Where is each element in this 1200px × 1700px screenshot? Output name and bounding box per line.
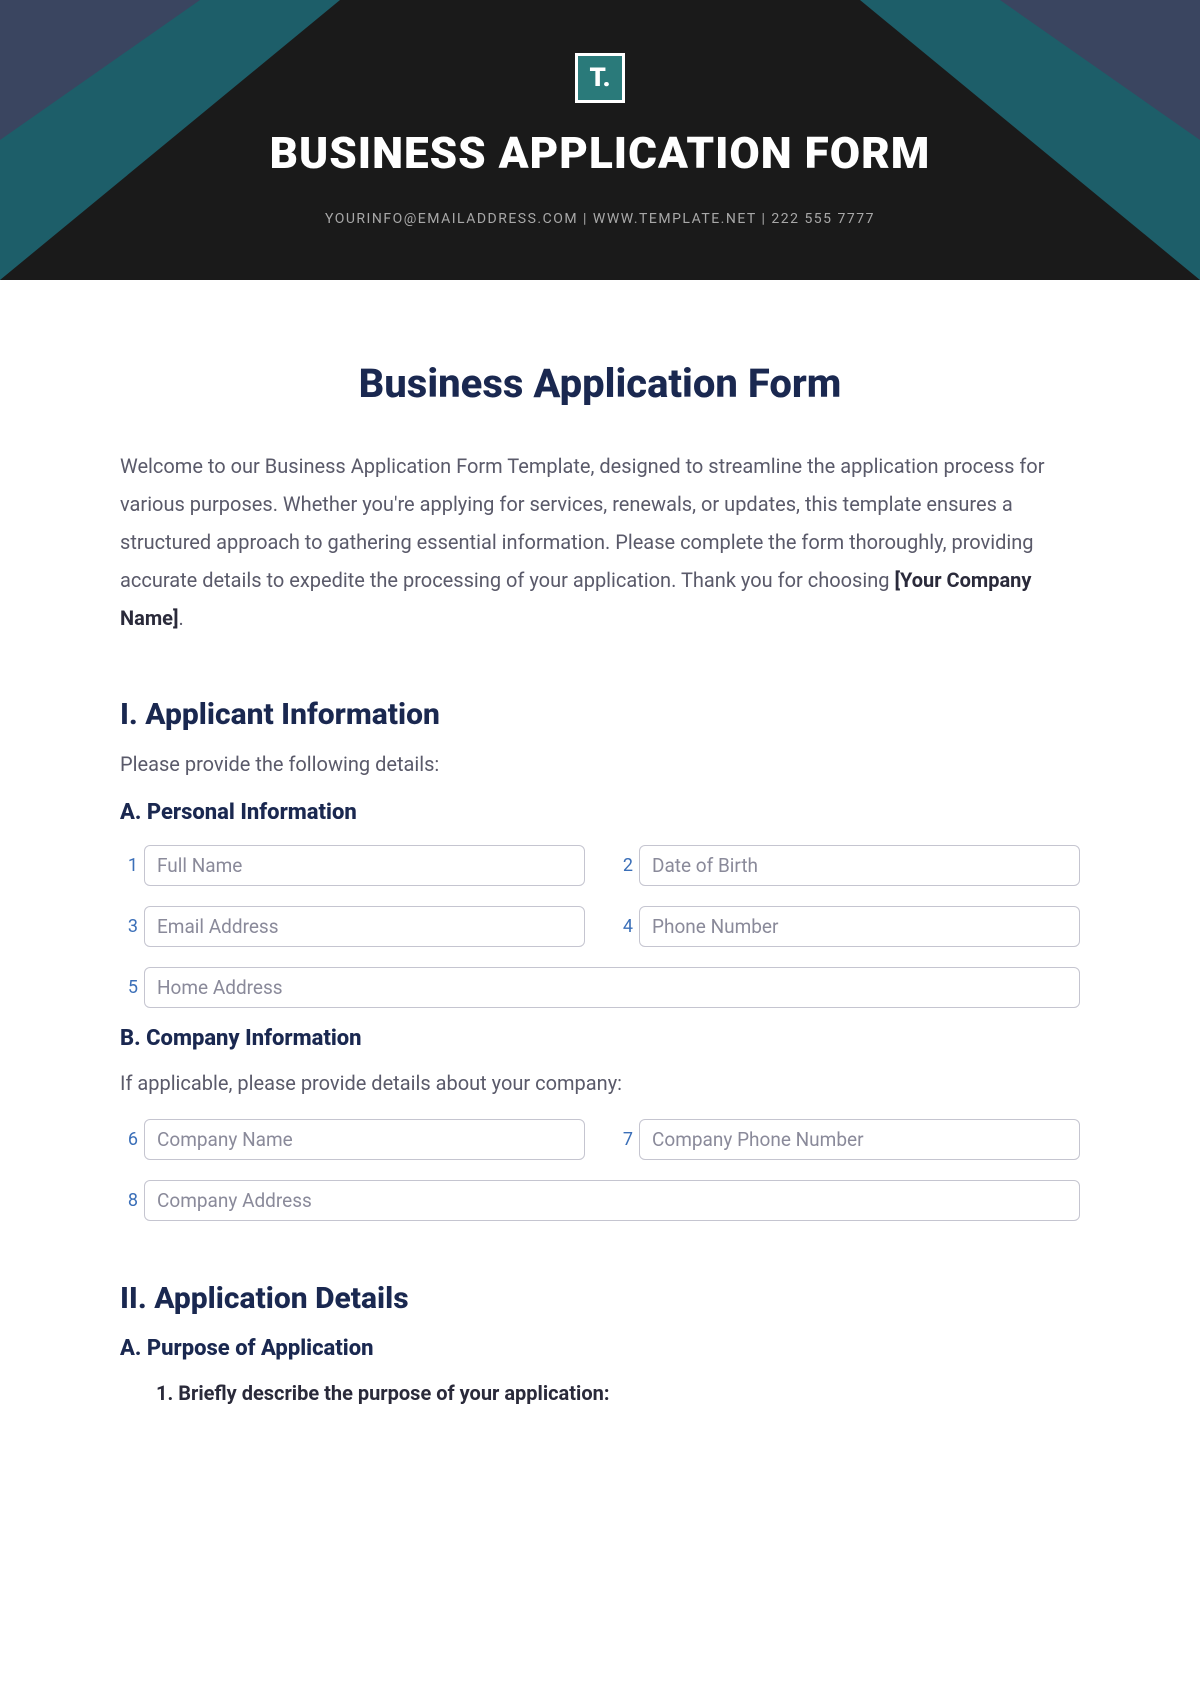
company-info-fields: 6 7 8 — [120, 1119, 1080, 1221]
field-company-address: 8 — [120, 1180, 1080, 1221]
field-number: 3 — [120, 916, 138, 937]
field-number: 7 — [615, 1129, 633, 1150]
email-input[interactable] — [144, 906, 585, 947]
field-number: 6 — [120, 1129, 138, 1150]
full-name-input[interactable] — [144, 845, 585, 886]
field-home-address: 5 — [120, 967, 1080, 1008]
purpose-item-1: 1. Briefly describe the purpose of your … — [156, 1381, 1080, 1405]
section-applicant-info-heading: I. Applicant Information — [120, 697, 1080, 732]
section-application-details-heading: II. Application Details — [120, 1281, 1080, 1316]
company-phone-input[interactable] — [639, 1119, 1080, 1160]
field-number: 2 — [615, 855, 633, 876]
home-address-input[interactable] — [144, 967, 1080, 1008]
personal-info-fields: 1 2 3 4 5 — [120, 845, 1080, 1008]
company-info-subtext: If applicable, please provide details ab… — [120, 1071, 1080, 1095]
header-banner: T. BUSINESS APPLICATION FORM YOURINFO@EM… — [0, 0, 1200, 280]
field-phone: 4 — [615, 906, 1080, 947]
subsection-purpose-heading: A. Purpose of Application — [120, 1336, 1080, 1361]
company-name-input[interactable] — [144, 1119, 585, 1160]
field-company-name: 6 — [120, 1119, 585, 1160]
field-number: 1 — [120, 855, 138, 876]
phone-input[interactable] — [639, 906, 1080, 947]
section-applicant-info-subtext: Please provide the following details: — [120, 752, 1080, 776]
field-date-of-birth: 2 — [615, 845, 1080, 886]
company-address-input[interactable] — [144, 1180, 1080, 1221]
document-content: Business Application Form Welcome to our… — [0, 280, 1200, 1445]
subsection-personal-info-heading: A. Personal Information — [120, 800, 1080, 825]
document-title: Business Application Form — [120, 360, 1080, 407]
banner-title: BUSINESS APPLICATION FORM — [270, 127, 931, 179]
field-number: 4 — [615, 916, 633, 937]
intro-text-suffix: . — [178, 606, 183, 630]
field-email: 3 — [120, 906, 585, 947]
field-number: 5 — [120, 977, 138, 998]
logo-badge: T. — [575, 53, 625, 103]
date-of-birth-input[interactable] — [639, 845, 1080, 886]
banner-contact-line: YOURINFO@EMAILADDRESS.COM | WWW.TEMPLATE… — [325, 211, 875, 227]
field-company-phone: 7 — [615, 1119, 1080, 1160]
subsection-company-info-heading: B. Company Information — [120, 1026, 1080, 1051]
field-number: 8 — [120, 1190, 138, 1211]
decor-triangle — [0, 0, 200, 140]
intro-paragraph: Welcome to our Business Application Form… — [120, 447, 1080, 637]
field-full-name: 1 — [120, 845, 585, 886]
decor-triangle — [1000, 0, 1200, 140]
